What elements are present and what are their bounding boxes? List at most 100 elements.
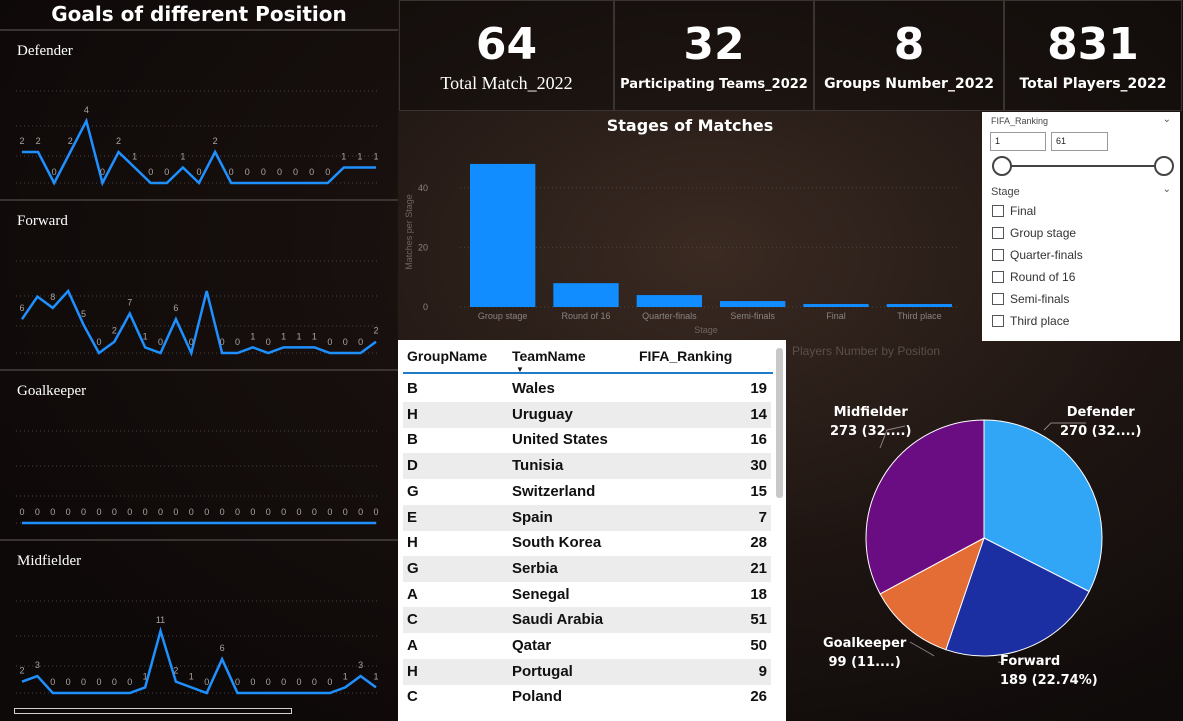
- table-row[interactable]: D Tunisia 30: [403, 453, 771, 480]
- table-row[interactable]: E Spain 7: [403, 504, 771, 531]
- cell-fifa-ranking: 16: [750, 431, 767, 449]
- ranking-min-input[interactable]: 1: [990, 132, 1046, 151]
- ranking-slider-track[interactable]: [1002, 165, 1164, 167]
- table-vertical-scrollbar[interactable]: [776, 348, 783, 498]
- cell-fifa-ranking: 7: [758, 508, 767, 526]
- pie-chart-title: Players Number by Position: [792, 344, 941, 358]
- cell-groupname: E: [407, 508, 418, 526]
- chevron-down-icon[interactable]: ⌄: [1163, 114, 1171, 125]
- stage-option-semi-finals[interactable]: Semi-finals: [992, 292, 1069, 306]
- pie-label-name: Midfielder: [833, 405, 908, 420]
- data-label: 0: [100, 167, 105, 177]
- cell-groupname: A: [407, 637, 418, 654]
- data-label: 0: [96, 507, 101, 517]
- data-label: 0: [112, 677, 117, 687]
- stages-of-matches-chart[interactable]: Stages of Matches 0 20 40 Group stage Round …: [400, 112, 980, 342]
- checkbox[interactable]: [992, 227, 1004, 239]
- players-by-position-pie[interactable]: Players Number by Position Midfielder 273…: [786, 340, 1183, 721]
- data-label: 0: [281, 507, 286, 517]
- data-label: 0: [81, 677, 86, 687]
- defender-chart[interactable]: Defender 22024021001020000000111: [0, 29, 398, 199]
- data-label: 1: [312, 331, 317, 341]
- checkbox[interactable]: [992, 315, 1004, 327]
- table-row[interactable]: H Portugal 9: [403, 658, 771, 685]
- column-header-fifa-ranking[interactable]: FIFA_Ranking: [639, 348, 732, 364]
- goalkeeper-chart[interactable]: Goalkeeper 000000000000000000000000: [0, 369, 398, 539]
- pie-label-value: 270 (32....): [1060, 423, 1142, 439]
- stage-option-label: Third place: [1010, 314, 1070, 328]
- x-tick-label: Third place: [897, 311, 942, 321]
- bar: [636, 295, 702, 307]
- data-label: 0: [312, 507, 317, 517]
- ranking-slider-max-handle[interactable]: [1154, 156, 1174, 176]
- cell-teamname: South Korea: [512, 534, 602, 552]
- column-header-teamname[interactable]: TeamName: [512, 348, 586, 364]
- table-row[interactable]: C Poland 26: [403, 684, 771, 710]
- stage-option-final[interactable]: Final: [992, 204, 1036, 218]
- card-participating-teams-value: 32: [683, 19, 745, 70]
- data-label: 1: [143, 671, 148, 681]
- cell-fifa-ranking: 18: [750, 585, 767, 603]
- ranking-slider-min-handle[interactable]: [992, 156, 1012, 176]
- card-total-match-label: Total Match_2022: [440, 73, 573, 93]
- checkbox[interactable]: [992, 205, 1004, 217]
- data-label: 0: [189, 337, 194, 347]
- ranking-max-input[interactable]: 61: [1051, 132, 1108, 151]
- column-header-groupname[interactable]: GroupName: [407, 348, 487, 364]
- checkbox[interactable]: [992, 271, 1004, 283]
- card-total-players: 831 Total Players_2022: [1004, 0, 1182, 111]
- cell-teamname: Saudi Arabia: [512, 611, 604, 629]
- cell-groupname: D: [407, 457, 418, 475]
- table-row[interactable]: C Saudi Arabia 51: [403, 607, 771, 634]
- cell-fifa-ranking: 21: [750, 559, 767, 577]
- fifa-ranking-slicer-title: FIFA_Ranking: [991, 116, 1049, 126]
- data-label: 2: [373, 326, 378, 336]
- card-total-players-value: 831: [1047, 19, 1139, 70]
- data-label: 1: [297, 331, 302, 341]
- card-groups-number: 8 Groups Number_2022: [814, 0, 1004, 111]
- data-label: 1: [180, 152, 185, 162]
- stage-option-third-place[interactable]: Third place: [992, 314, 1069, 328]
- sort-descending-icon[interactable]: ▼: [516, 365, 524, 374]
- stages-chart-title: Stages of Matches: [606, 116, 774, 135]
- defender-line-chart: 2 2 0 2 4 0 2 1 0 0 1 0 2 0 0 0 0 0 0 0 1 1 1: [16, 90, 380, 187]
- cell-teamname: Qatar: [512, 637, 552, 654]
- midfielder-chart[interactable]: Midfielder 2 3 0 0 0 0 0 0 1 11 2 1 0 6 0 0 0 0 0 0 0 1 3 1: [0, 539, 398, 709]
- table-row[interactable]: A Qatar 50: [403, 633, 771, 659]
- stage-option-group-stage[interactable]: Group stage: [992, 226, 1076, 240]
- table-row[interactable]: H Uruguay 14: [403, 401, 771, 428]
- horizontal-scrollbar[interactable]: [14, 708, 292, 714]
- checkbox[interactable]: [992, 293, 1004, 305]
- data-label: 0: [312, 677, 317, 687]
- table-row[interactable]: H South Korea 28: [403, 530, 771, 556]
- card-groups-number-value: 8: [893, 19, 925, 70]
- filter-slicer: FIFA_Ranking ⌄ 1 61 Stage ⌄ Final Group …: [982, 112, 1180, 341]
- cell-groupname: H: [407, 405, 418, 423]
- card-total-players-label: Total Players_2022: [1019, 76, 1167, 92]
- table-row[interactable]: A Senegal 18: [403, 582, 771, 608]
- data-label: 0: [96, 677, 101, 687]
- stage-option-round-of-16[interactable]: Round of 16: [992, 270, 1075, 284]
- data-label: 0: [266, 677, 271, 687]
- data-label: 5: [81, 309, 86, 319]
- data-label: 0: [309, 167, 314, 177]
- table-row[interactable]: G Serbia 21: [403, 555, 771, 582]
- pie-label-value: 273 (32....): [830, 423, 912, 439]
- pie-label-goalkeeper: Goalkeeper 99 (11....): [823, 635, 906, 673]
- data-label: 0: [266, 337, 271, 347]
- table-row[interactable]: B Wales 19: [403, 376, 771, 402]
- cell-groupname: A: [407, 585, 418, 603]
- data-label: 0: [50, 507, 55, 517]
- table-row[interactable]: B United States 16: [403, 427, 771, 453]
- cell-teamname: Wales: [512, 380, 555, 397]
- cell-fifa-ranking: 19: [750, 380, 767, 397]
- bar: [720, 301, 786, 307]
- pie-label-name: Forward: [1000, 654, 1061, 669]
- data-label: 0: [261, 167, 266, 177]
- checkbox[interactable]: [992, 249, 1004, 261]
- table-row[interactable]: G Switzerland 15: [403, 479, 771, 505]
- chevron-down-icon[interactable]: ⌄: [1163, 184, 1171, 195]
- data-label: 1: [373, 671, 378, 681]
- forward-chart[interactable]: Forward 685027106000101110002: [0, 199, 398, 369]
- stage-option-quarter-finals[interactable]: Quarter-finals: [992, 248, 1083, 262]
